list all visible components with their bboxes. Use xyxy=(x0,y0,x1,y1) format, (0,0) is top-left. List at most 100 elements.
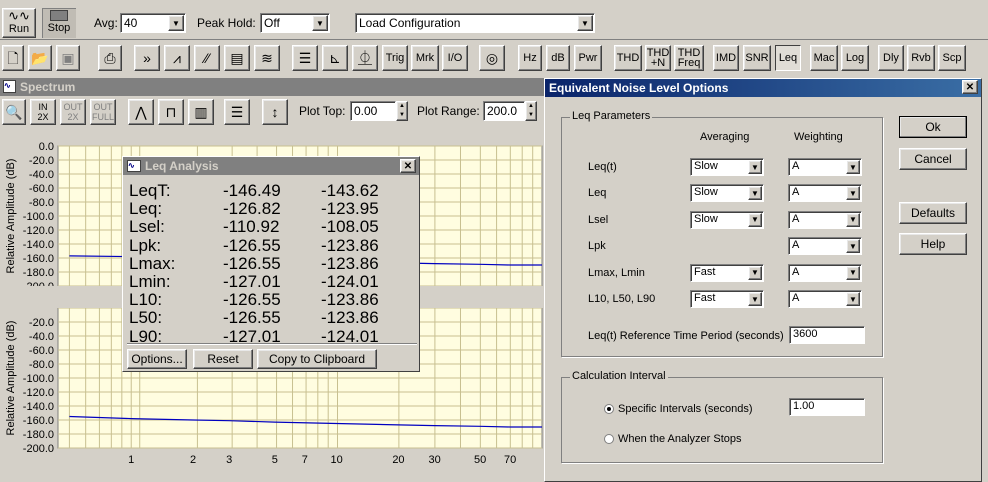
y-tick-label: -60.0 xyxy=(29,183,54,195)
tool-snr[interactable]: SNR xyxy=(743,45,771,71)
config-select[interactable]: Load Configuration ▼ xyxy=(355,13,595,33)
chevron-down-icon[interactable]: ▼ xyxy=(577,15,593,31)
chevron-down-icon[interactable]: ▼ xyxy=(846,239,860,254)
y-tick-label: 0.0 xyxy=(39,141,54,153)
group-title: Leq Parameters xyxy=(570,110,653,122)
chevron-down-icon[interactable]: ▼ xyxy=(846,265,860,280)
chevron-down-icon[interactable]: ▼ xyxy=(846,212,860,227)
range-icon[interactable]: ↕ xyxy=(262,99,288,125)
generator-icon[interactable]: ◎ xyxy=(479,45,505,71)
x-tick-label: 70 xyxy=(504,454,516,466)
tool-dly[interactable]: Dly xyxy=(878,45,904,71)
chevron-down-icon[interactable]: ▼ xyxy=(748,212,762,227)
chevron-down-icon[interactable]: ▼ xyxy=(748,292,762,306)
tool-scp[interactable]: Scp xyxy=(938,45,966,71)
zoom-full-icon[interactable]: OUT FULL xyxy=(90,99,116,125)
peak-hold-select[interactable]: Off ▼ xyxy=(260,13,330,33)
spectrum-icon[interactable]: ⩘ xyxy=(164,45,190,71)
tool-thd[interactable]: THD xyxy=(614,45,642,71)
open-folder-icon[interactable]: 📂 xyxy=(28,45,52,71)
tool-hz[interactable]: Hz xyxy=(518,45,542,71)
tool-thd-freq[interactable]: THD Freq xyxy=(674,45,704,71)
tool-leq[interactable]: Leq xyxy=(775,45,801,71)
averaging-select[interactable]: Slow ▼ xyxy=(690,184,764,203)
zoom-icon[interactable]: 🔍 xyxy=(2,99,26,125)
main-toolbar: ∿∿ Run Stop Avg: 40 ▼ Peak Hold: Off ▼ Load… xyxy=(0,0,988,40)
averaging-select[interactable]: Fast ▼ xyxy=(690,263,764,282)
plot-top-input[interactable]: 0.00 xyxy=(350,101,396,121)
forward-icon[interactable]: » xyxy=(134,45,160,71)
plot-range-input[interactable]: 200.0 xyxy=(483,101,525,121)
reset-button[interactable]: Reset xyxy=(193,349,253,369)
divider xyxy=(127,343,417,344)
ref-time-input[interactable]: 3600 xyxy=(789,326,865,344)
help-button[interactable]: Help xyxy=(899,233,967,255)
options-button[interactable]: Options... xyxy=(127,349,187,369)
tool-thdn[interactable]: THD +N xyxy=(645,45,671,71)
tool-mac[interactable]: Mac xyxy=(810,45,838,71)
tool-trig[interactable]: Trig xyxy=(382,45,408,71)
chevron-down-icon[interactable]: ▼ xyxy=(846,186,860,201)
averaging-select[interactable]: Slow ▼ xyxy=(690,210,764,229)
tool-pwr[interactable]: Pwr xyxy=(574,45,602,71)
run-button[interactable]: ∿∿ Run xyxy=(2,8,36,38)
chevron-down-icon[interactable]: ▼ xyxy=(846,292,860,306)
tool-imd[interactable]: IMD xyxy=(713,45,739,71)
leq-value-2: -123.86 xyxy=(321,235,379,255)
ok-button[interactable]: Ok xyxy=(899,116,967,138)
zoom-out-2x-icon[interactable]: OUT 2X xyxy=(60,99,86,125)
tool-rvb[interactable]: Rvb xyxy=(907,45,935,71)
close-icon[interactable]: ✕ xyxy=(962,80,978,94)
copy-to-clipboard-button[interactable]: Copy to Clipboard xyxy=(257,349,377,369)
step-graph-icon[interactable]: ⊓ xyxy=(158,99,184,125)
chevron-down-icon[interactable]: ▼ xyxy=(748,160,762,174)
weighting-select[interactable]: A ▼ xyxy=(788,210,862,229)
waterfall-icon[interactable]: ▤ xyxy=(224,45,250,71)
averaging-select[interactable]: Fast ▼ xyxy=(690,290,764,308)
plot-range-spinner[interactable]: ▲ ▼ xyxy=(525,101,537,121)
specific-intervals-radio[interactable] xyxy=(604,404,614,414)
list-icon[interactable]: ☰ xyxy=(292,45,318,71)
plot-top-spinner[interactable]: ▲ ▼ xyxy=(396,101,408,121)
chevron-down-icon[interactable]: ▼ xyxy=(168,15,184,31)
avg-select[interactable]: 40 ▼ xyxy=(120,13,186,33)
leq-value-1: -126.55 xyxy=(223,235,281,255)
settings-list-icon[interactable]: ☰ xyxy=(224,99,250,125)
ramp-icon[interactable]: ⁄⁄ xyxy=(194,45,220,71)
y-tick-label: -120.0 xyxy=(23,225,54,237)
chevron-down-icon[interactable]: ▼ xyxy=(748,186,762,201)
averaging-select[interactable]: Slow ▼ xyxy=(690,158,764,176)
line-graph-icon[interactable]: ⋀ xyxy=(128,99,154,125)
sine-icon: ∿∿ xyxy=(8,8,30,23)
3d-icon[interactable]: ≋ xyxy=(254,45,280,71)
weighting-select[interactable]: A ▼ xyxy=(788,184,862,203)
calculation-interval-group: Calculation Interval Specific Intervals … xyxy=(561,370,883,463)
leq-value-1: -126.55 xyxy=(223,308,281,328)
cancel-button[interactable]: Cancel xyxy=(899,148,967,170)
chevron-down-icon[interactable]: ▼ xyxy=(748,265,762,280)
analyzer-stops-radio[interactable] xyxy=(604,434,614,444)
zoom-in-2x-icon[interactable]: IN 2X xyxy=(30,99,56,125)
chevron-down-icon[interactable]: ▼ xyxy=(846,160,860,174)
weighting-select[interactable]: A ▼ xyxy=(788,158,862,176)
close-icon[interactable]: ✕ xyxy=(400,159,416,173)
x-tick-label: 30 xyxy=(428,454,440,466)
print-icon[interactable]: ⎙ xyxy=(98,45,122,71)
save-icon[interactable]: ▣ xyxy=(56,45,80,71)
weighting-select[interactable]: A ▼ xyxy=(788,263,862,282)
axis-icon[interactable]: ⊾ xyxy=(322,45,348,71)
chevron-down-icon[interactable]: ▼ xyxy=(312,15,328,31)
weighting-select[interactable]: A ▼ xyxy=(788,237,862,256)
new-file-icon[interactable]: 🗋 xyxy=(2,45,24,71)
defaults-button[interactable]: Defaults xyxy=(899,202,967,224)
phase-icon[interactable]: ⏂ xyxy=(352,45,378,71)
stop-button[interactable]: Stop xyxy=(42,8,76,38)
weighting-select[interactable]: A ▼ xyxy=(788,290,862,308)
tool-io[interactable]: I/O xyxy=(442,45,468,71)
tool-db[interactable]: dB xyxy=(546,45,570,71)
param-label: Leq xyxy=(588,187,607,200)
specific-intervals-input[interactable]: 1.00 xyxy=(789,398,865,416)
tool-mrk[interactable]: Mrk xyxy=(411,45,439,71)
bar-graph-icon[interactable]: ▥ xyxy=(188,99,214,125)
tool-log[interactable]: Log xyxy=(841,45,869,71)
